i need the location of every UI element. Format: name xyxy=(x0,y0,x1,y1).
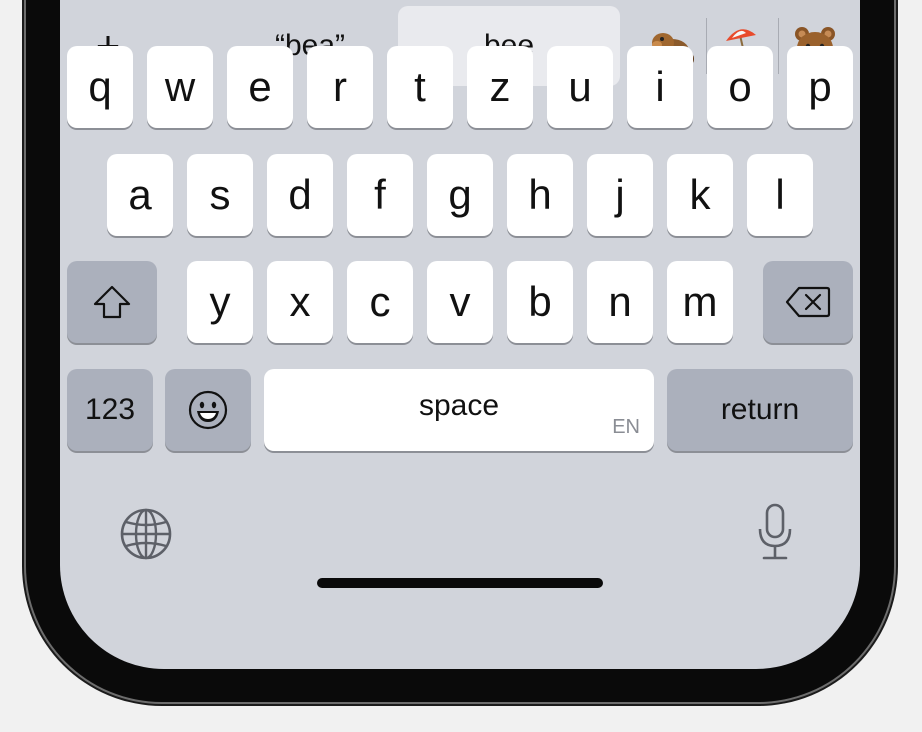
space-key-label: space xyxy=(418,389,500,422)
phone-frame: + “bea” bee xyxy=(26,0,894,702)
key-p[interactable]: p xyxy=(787,46,853,128)
smiley-face-icon xyxy=(188,390,228,430)
key-x[interactable]: x xyxy=(267,261,333,343)
key-i[interactable]: i xyxy=(627,46,693,128)
home-indicator[interactable] xyxy=(317,578,603,588)
key-l[interactable]: l xyxy=(747,154,813,236)
key-w[interactable]: w xyxy=(147,46,213,128)
key-c[interactable]: c xyxy=(347,261,413,343)
shift-key[interactable] xyxy=(67,261,157,343)
globe-button[interactable] xyxy=(114,502,178,566)
delete-key[interactable] xyxy=(763,261,853,343)
key-s[interactable]: s xyxy=(187,154,253,236)
key-d[interactable]: d xyxy=(267,154,333,236)
key-n[interactable]: n xyxy=(587,261,653,343)
key-f[interactable]: f xyxy=(347,154,413,236)
key-b[interactable]: b xyxy=(507,261,573,343)
key-g[interactable]: g xyxy=(427,154,493,236)
key-h[interactable]: h xyxy=(507,154,573,236)
key-v[interactable]: v xyxy=(427,261,493,343)
key-a[interactable]: a xyxy=(107,154,173,236)
key-t[interactable]: t xyxy=(387,46,453,128)
numbers-key[interactable]: 123 xyxy=(67,369,153,451)
key-m[interactable]: m xyxy=(667,261,733,343)
key-y[interactable]: y xyxy=(187,261,253,343)
key-j[interactable]: j xyxy=(587,154,653,236)
microphone-icon xyxy=(758,503,792,560)
key-k[interactable]: k xyxy=(667,154,733,236)
key-e[interactable]: e xyxy=(227,46,293,128)
return-key[interactable]: return xyxy=(667,369,853,451)
suggestion-divider xyxy=(778,18,779,74)
space-language-label: EN xyxy=(612,416,640,438)
emoji-key[interactable] xyxy=(165,369,251,451)
backspace-icon xyxy=(785,286,831,318)
key-z[interactable]: z xyxy=(467,46,533,128)
key-u[interactable]: u xyxy=(547,46,613,128)
shift-arrow-icon xyxy=(93,285,131,319)
globe-icon xyxy=(120,508,172,560)
space-key[interactable]: space EN xyxy=(264,369,654,451)
key-r[interactable]: r xyxy=(307,46,373,128)
dictation-button[interactable] xyxy=(748,500,802,564)
key-o[interactable]: o xyxy=(707,46,773,128)
key-q[interactable]: q xyxy=(67,46,133,128)
keyboard-screen: + “bea” bee xyxy=(60,0,860,669)
